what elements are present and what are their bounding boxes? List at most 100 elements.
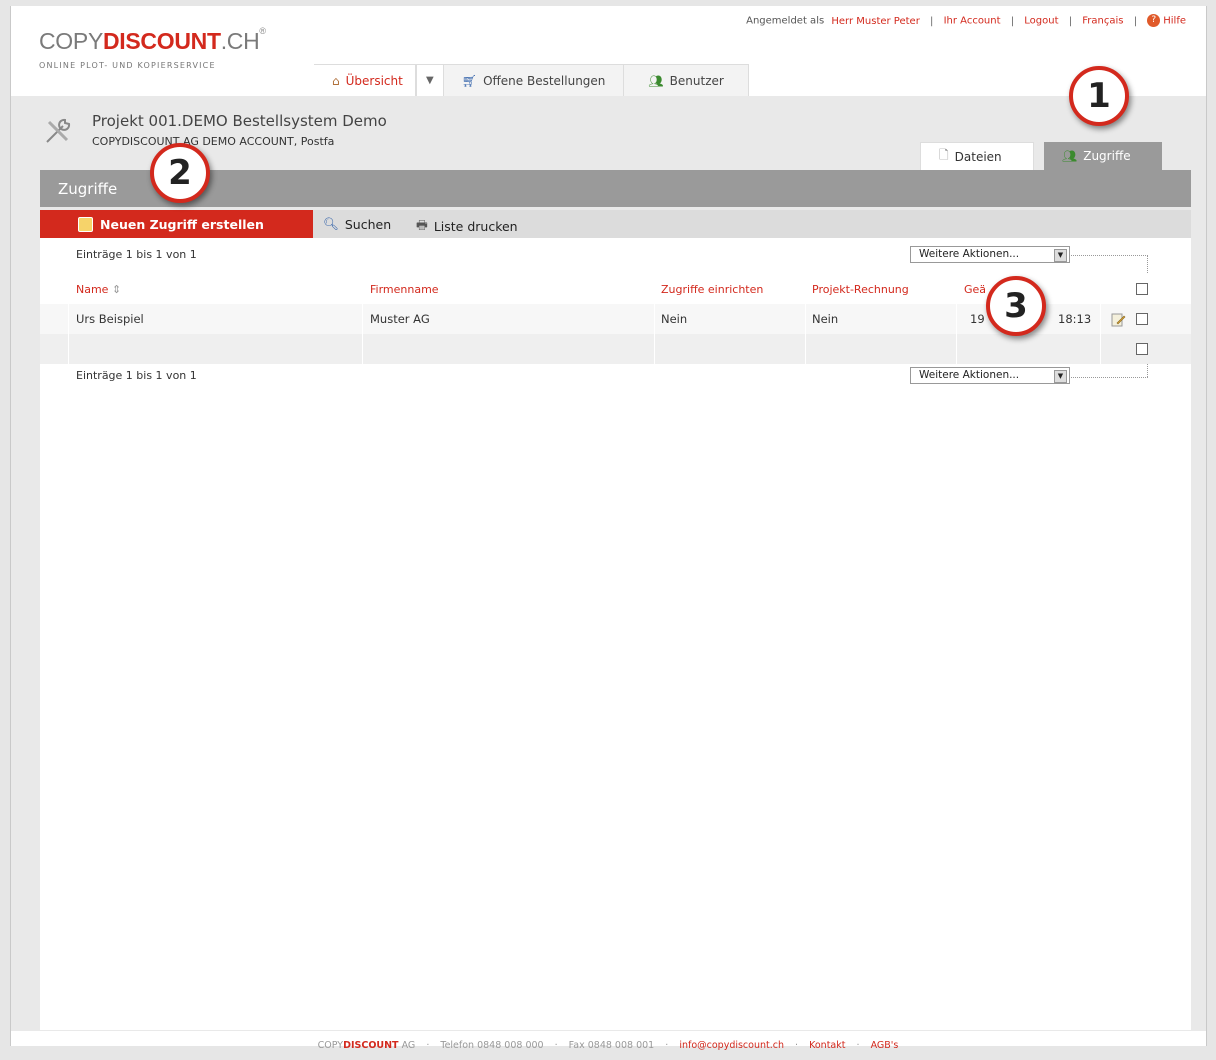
tab-overview[interactable]: ⌂ Übersicht <box>314 64 416 96</box>
new-access-label: Neuen Zugriff erstellen <box>100 216 264 232</box>
users-icon: 👥︎ <box>648 73 664 88</box>
column-setup-access[interactable]: Zugriffe einrichten <box>661 283 763 296</box>
cell-setup-access: Nein <box>661 312 688 326</box>
access-table-panel: Einträge 1 bis 1 von 1 Weitere Aktionen.… <box>40 238 1191 1030</box>
column-project-invoice[interactable]: Projekt-Rechnung <box>812 283 909 296</box>
logged-in-label: Angemeldet als <box>746 15 825 27</box>
footer-company-prefix: COPY <box>317 1040 344 1051</box>
column-changed[interactable]: Geä <box>964 283 986 296</box>
tab-users-label: Benutzer <box>669 73 724 88</box>
column-divider <box>956 334 957 364</box>
column-company[interactable]: Firmenname <box>370 283 439 296</box>
select-all-checkbox[interactable] <box>1136 283 1148 295</box>
callout-number: 2 <box>168 153 192 193</box>
search-button[interactable]: 🔍︎ Suchen <box>323 216 391 232</box>
edit-icon[interactable] <box>1111 312 1126 327</box>
more-actions-value: Weitere Aktionen... <box>919 369 1020 381</box>
footer-separator: · <box>665 1040 669 1051</box>
column-divider <box>956 304 957 334</box>
column-divider <box>654 304 655 334</box>
chevron-down-icon: ▼ <box>1054 249 1067 262</box>
cell-name: Urs Beispiel <box>76 312 144 326</box>
tab-open-orders-label: Offene Bestellungen <box>483 73 606 88</box>
footer-company-suffix: AG <box>401 1040 416 1051</box>
footer-terms-link[interactable]: AGB's <box>871 1040 899 1051</box>
new-item-icon <box>78 217 93 232</box>
file-icon: 🗋︎ <box>939 148 949 162</box>
column-divider <box>654 334 655 364</box>
more-actions-select-bottom[interactable]: Weitere Aktionen... ▼ <box>910 367 1070 384</box>
tools-icon <box>46 118 71 143</box>
pagination-top: Einträge 1 bis 1 von 1 <box>76 248 197 261</box>
printer-icon: 🖶︎ <box>416 217 428 232</box>
language-link[interactable]: Français <box>1082 16 1123 27</box>
footer-separator: · <box>554 1040 558 1051</box>
sort-icon: ⇕ <box>111 283 122 296</box>
row-checkbox[interactable] <box>1136 343 1148 355</box>
footer-separator: · <box>426 1040 430 1051</box>
tab-access[interactable]: 👥︎ Zugriffe <box>1044 142 1162 170</box>
callout-number: 3 <box>1004 286 1028 326</box>
footer-email-link[interactable]: info@copydiscount.ch <box>679 1040 784 1051</box>
search-icon: 🔍︎ <box>323 216 339 231</box>
column-divider <box>362 304 363 334</box>
separator: | <box>930 15 934 27</box>
more-actions-select-top[interactable]: Weitere Aktionen... ▼ <box>910 246 1070 263</box>
tab-access-label: Zugriffe <box>1083 149 1131 163</box>
logo[interactable]: COPYDISCOUNT.CH® <box>39 26 266 55</box>
cell-changed-end: 18:13 <box>1058 312 1092 326</box>
user-link[interactable]: Herr Muster Peter <box>831 16 919 27</box>
logout-link[interactable]: Logout <box>1024 16 1058 27</box>
header: COPYDISCOUNT.CH® ONLINE PLOT- UND KOPIER… <box>11 6 1206 96</box>
table-row <box>40 334 1191 364</box>
print-list-label: Liste drucken <box>433 219 518 234</box>
search-label: Suchen <box>344 216 392 232</box>
column-divider <box>805 304 806 334</box>
footer-contact-link[interactable]: Kontakt <box>809 1040 845 1051</box>
tagline: ONLINE PLOT- UND KOPIERSERVICE <box>39 61 216 70</box>
cell-company: Muster AG <box>370 312 430 326</box>
separator: | <box>1133 15 1138 27</box>
overview-dropdown-toggle[interactable]: ▼ <box>415 64 444 96</box>
tab-open-orders[interactable]: 🛒︎ Offene Bestellungen <box>443 64 625 96</box>
tab-users[interactable]: 👥︎ Benutzer <box>624 64 749 96</box>
chevron-down-icon: ▼ <box>425 75 434 86</box>
section-header: Zugriffe <box>40 170 1191 207</box>
print-list-button[interactable]: 🖶︎ Liste drucken <box>416 216 518 237</box>
column-name-label: Name <box>76 283 109 296</box>
column-divider <box>1100 334 1101 364</box>
row-checkbox[interactable] <box>1136 313 1148 325</box>
connector-line <box>1071 377 1148 378</box>
tab-files[interactable]: 🗋︎ Dateien <box>920 142 1034 170</box>
column-divider <box>1100 304 1101 334</box>
project-title: Projekt 001.DEMO Bestellsystem Demo <box>92 112 387 130</box>
project-subtabs: 🗋︎ Dateien 👥︎ Zugriffe <box>920 142 1162 170</box>
column-divider <box>805 334 806 364</box>
footer-company: COPYDISCOUNT AG <box>318 1040 416 1051</box>
footer-separator: · <box>795 1040 799 1051</box>
tab-overview-label: Übersicht <box>345 73 403 88</box>
column-name[interactable]: Name ⇕ <box>76 283 121 296</box>
logo-reg: ® <box>259 26 266 36</box>
callout-3: 3 <box>986 276 1046 336</box>
help-link[interactable]: Hilfe <box>1163 16 1186 27</box>
users-icon: 👥︎ <box>1062 149 1078 163</box>
new-access-button[interactable]: Neuen Zugriff erstellen <box>40 210 313 238</box>
section-title: Zugriffe <box>58 180 118 198</box>
tab-files-label: Dateien <box>954 149 1002 164</box>
column-divider <box>362 334 363 364</box>
more-actions-value: Weitere Aktionen... <box>919 248 1020 260</box>
callout-2: 2 <box>150 143 210 203</box>
separator: | <box>1068 15 1073 27</box>
callout-1: 1 <box>1069 66 1129 126</box>
cell-project-invoice: Nein <box>812 312 839 326</box>
project-subtitle: COPYDISCOUNT AG DEMO ACCOUNT, Postfa <box>92 135 335 148</box>
pagination-bottom: Einträge 1 bis 1 von 1 <box>76 369 197 382</box>
separator: | <box>1010 15 1015 27</box>
callout-number: 1 <box>1087 76 1111 116</box>
home-icon: ⌂ <box>332 73 340 88</box>
account-link[interactable]: Ihr Account <box>944 16 1001 27</box>
help-icon[interactable]: ? <box>1147 14 1161 27</box>
cart-icon: 🛒︎ <box>461 73 478 88</box>
logo-suffix: .CH <box>220 28 260 54</box>
